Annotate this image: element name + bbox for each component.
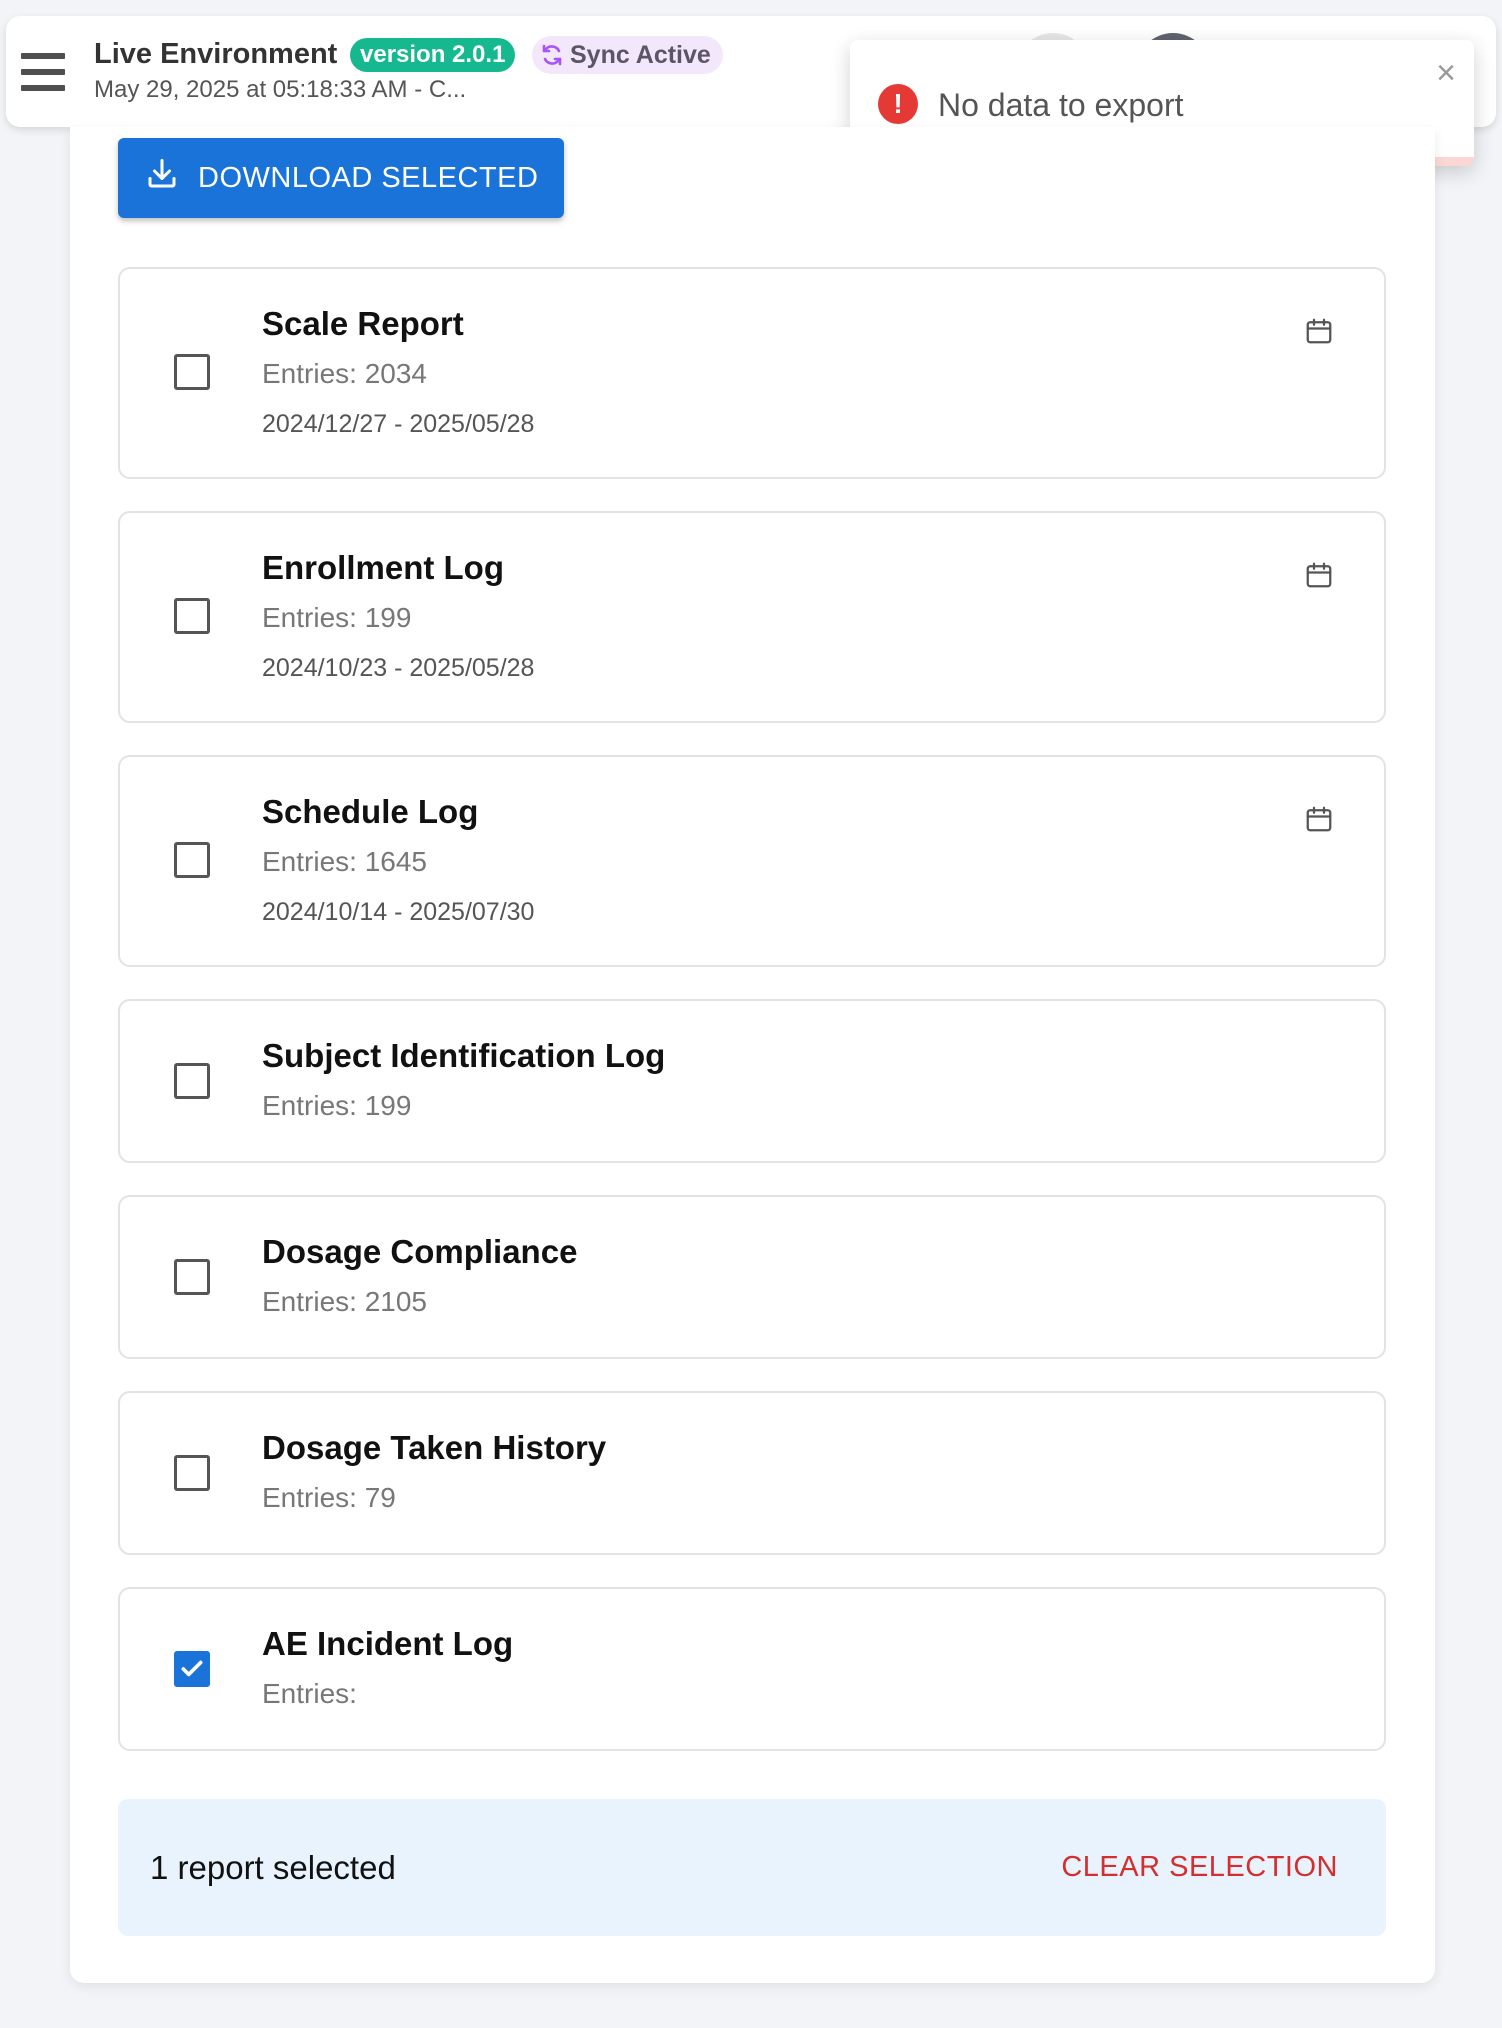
sync-status-badge: Sync Active (532, 36, 723, 74)
report-date-range: 2024/10/14 - 2025/07/30 (262, 898, 535, 926)
report-title: Schedule Log (262, 793, 479, 830)
selection-summary-bar: 1 report selected CLEAR SELECTION (118, 1799, 1386, 1936)
menu-bar (21, 85, 65, 91)
clear-selection-button[interactable]: CLEAR SELECTION (1061, 1851, 1338, 1884)
check-icon (181, 1660, 203, 1677)
report-checkbox[interactable] (174, 1651, 210, 1687)
export-panel: DOWNLOAD SELECTED Scale Report Entries: … (70, 127, 1435, 1983)
report-card[interactable]: AE Incident Log Entries: (118, 1587, 1386, 1751)
report-card[interactable]: Subject Identification Log Entries: 199 (118, 999, 1386, 1163)
report-entries: Entries: 2105 (262, 1286, 427, 1317)
download-selected-button[interactable]: DOWNLOAD SELECTED (118, 138, 564, 218)
calendar-icon[interactable] (1304, 316, 1334, 351)
report-checkbox[interactable] (174, 1063, 210, 1099)
report-checkbox[interactable] (174, 1455, 210, 1491)
report-date-range: 2024/10/23 - 2025/05/28 (262, 654, 535, 682)
report-card[interactable]: Scale Report Entries: 2034 2024/12/27 - … (118, 267, 1386, 479)
report-checkbox[interactable] (174, 842, 210, 878)
report-entries: Entries: 199 (262, 1090, 412, 1121)
sync-icon (540, 43, 564, 67)
report-entries: Entries: 79 (262, 1482, 396, 1513)
report-card[interactable]: Schedule Log Entries: 1645 2024/10/14 - … (118, 755, 1386, 967)
report-checkbox[interactable] (174, 1259, 210, 1295)
report-checkbox[interactable] (174, 354, 210, 390)
report-date-range: 2024/12/27 - 2025/05/28 (262, 410, 535, 438)
sync-label: Sync Active (570, 41, 711, 69)
report-title: Subject Identification Log (262, 1037, 666, 1074)
error-icon: ! (878, 84, 918, 124)
version-badge: version 2.0.1 (350, 38, 516, 72)
selection-count: 1 report selected (150, 1849, 396, 1886)
report-card[interactable]: Dosage Compliance Entries: 2105 (118, 1195, 1386, 1359)
report-title: AE Incident Log (262, 1625, 514, 1662)
calendar-icon[interactable] (1304, 804, 1334, 839)
report-entries: Entries: 2034 (262, 358, 427, 389)
hamburger-menu-icon[interactable] (14, 44, 72, 102)
report-title: Dosage Compliance (262, 1233, 578, 1270)
report-title: Scale Report (262, 305, 464, 342)
report-checkbox[interactable] (174, 598, 210, 634)
menu-bar (21, 69, 65, 75)
menu-bar (21, 53, 65, 59)
report-card[interactable]: Dosage Taken History Entries: 79 (118, 1391, 1386, 1555)
timestamp-subtitle: May 29, 2025 at 05:18:33 AM - C... (94, 76, 467, 103)
toast-message: No data to export (938, 87, 1184, 123)
download-label: DOWNLOAD SELECTED (198, 161, 539, 194)
report-title: Dosage Taken History (262, 1429, 607, 1466)
report-entries: Entries: 199 (262, 602, 412, 633)
environment-title: Live Environment (94, 38, 338, 70)
report-entries: Entries: 1645 (262, 846, 427, 877)
calendar-icon[interactable] (1304, 560, 1334, 595)
close-icon[interactable]: × (1436, 56, 1456, 90)
report-entries: Entries: (262, 1678, 357, 1709)
report-card[interactable]: Enrollment Log Entries: 199 2024/10/23 -… (118, 511, 1386, 723)
report-title: Enrollment Log (262, 549, 504, 586)
download-icon (144, 156, 180, 200)
